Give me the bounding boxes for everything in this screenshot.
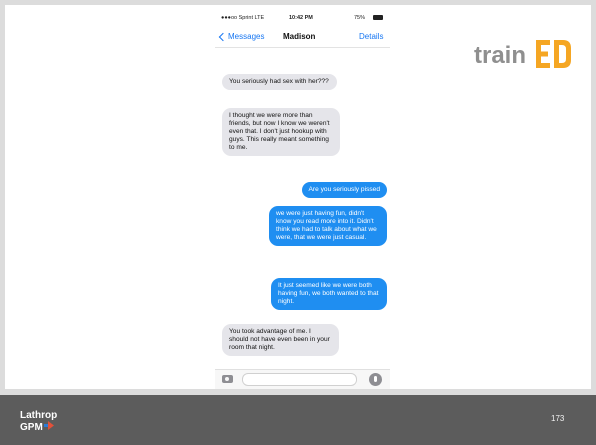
logo-line-2: GPM (20, 422, 43, 433)
message-input[interactable] (242, 373, 357, 386)
microphone-icon[interactable] (369, 373, 382, 386)
compose-bar (215, 369, 390, 389)
carrier-label: ●●●oo Sprint LTE (221, 15, 265, 21)
page-number: 173 (551, 414, 565, 423)
arrow-icon (44, 421, 54, 430)
battery-percent: 75% (354, 15, 366, 21)
logo-line-1: Lathrop (20, 410, 57, 421)
clock: 10:42 PM (289, 15, 313, 21)
lathrop-gpm-logo: Lathrop GPM (20, 410, 57, 433)
status-bar: ●●●oo Sprint LTE 10:42 PM 75% (215, 10, 390, 26)
message-thread: You seriously had sex with her??? I thou… (215, 48, 390, 369)
e-d-icon (536, 40, 571, 68)
chevron-left-icon (218, 32, 228, 41)
message-bubble-received: You seriously had sex with her??? (222, 74, 337, 90)
message-bubble-sent: we were just having fun, didn't know you… (269, 206, 387, 246)
back-button[interactable]: Messages (218, 32, 264, 41)
back-label: Messages (228, 32, 265, 41)
message-bubble-sent: Are you seriously pissed (301, 182, 387, 198)
camera-icon[interactable] (222, 375, 233, 383)
message-bubble-received: You took advantage of me. I should not h… (222, 324, 339, 356)
slide-footer: Lathrop GPM 173 (0, 395, 596, 445)
contact-name: Madison (283, 32, 316, 41)
battery-icon (373, 15, 383, 20)
message-bubble-sent: It just seemed like we were both having … (271, 278, 387, 310)
message-bubble-received: I thought we were more than friends, but… (222, 108, 340, 156)
details-button[interactable]: Details (359, 32, 383, 41)
phone-screenshot: ●●●oo Sprint LTE 10:42 PM 75% Messages M… (215, 10, 390, 389)
logo-word: train (474, 42, 526, 69)
nav-bar: Messages Madison Details (215, 26, 390, 48)
trained-logo: train (474, 40, 571, 69)
